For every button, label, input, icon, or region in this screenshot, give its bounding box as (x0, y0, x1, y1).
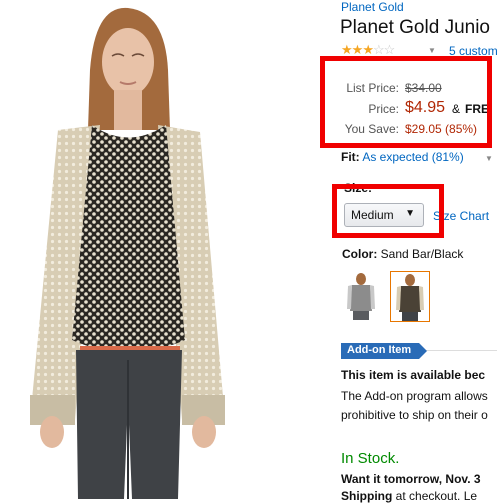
swatch-thumbnail (396, 274, 424, 321)
delivery-promise: Want it tomorrow, Nov. 3 (341, 472, 481, 486)
fit-value-link[interactable]: As expected (81%) (362, 150, 463, 164)
chevron-down-icon[interactable]: ▼ (428, 46, 436, 55)
color-swatch-2-selected[interactable] (390, 271, 430, 322)
star-half-icon: ★ (362, 42, 374, 57)
addon-line-1: The Add-on program allows (341, 389, 488, 403)
color-row: Color: Sand Bar/Black (342, 247, 463, 261)
color-label: Color: (342, 247, 378, 261)
star-full-icon: ★ (341, 42, 353, 57)
shipping-text: Shipping at checkout. Le (341, 489, 477, 503)
brand-link[interactable]: Planet Gold (341, 0, 404, 14)
stock-status: In Stock. (341, 450, 400, 467)
color-swatch-1[interactable] (342, 271, 382, 322)
color-value: Sand Bar/Black (380, 247, 464, 261)
product-image[interactable] (0, 0, 330, 499)
fit-label: Fit: (341, 150, 360, 164)
swatch-thumbnail (347, 273, 375, 320)
product-title: Planet Gold Junio (340, 17, 490, 38)
star-full-icon: ★ (351, 42, 364, 57)
highlight-box-size (332, 184, 444, 238)
addon-line-2: prohibitive to ship on their o (341, 408, 488, 422)
addon-description: The Add-on program allows prohibitive to… (341, 387, 488, 425)
star-empty-icon: ☆ (383, 42, 396, 57)
shipping-rest: at checkout. Le (395, 489, 478, 503)
star-empty-icon: ☆ (372, 42, 385, 57)
addon-badge: Add-on Item (341, 343, 427, 359)
highlight-box-price (320, 56, 492, 148)
model-photo (30, 7, 225, 499)
addon-headline: This item is available bec (341, 368, 486, 382)
chevron-down-icon[interactable]: ▼ (485, 154, 493, 163)
shipping-label: Shipping (341, 489, 393, 503)
fit-row[interactable]: Fit: As expected (81%) (341, 150, 464, 164)
